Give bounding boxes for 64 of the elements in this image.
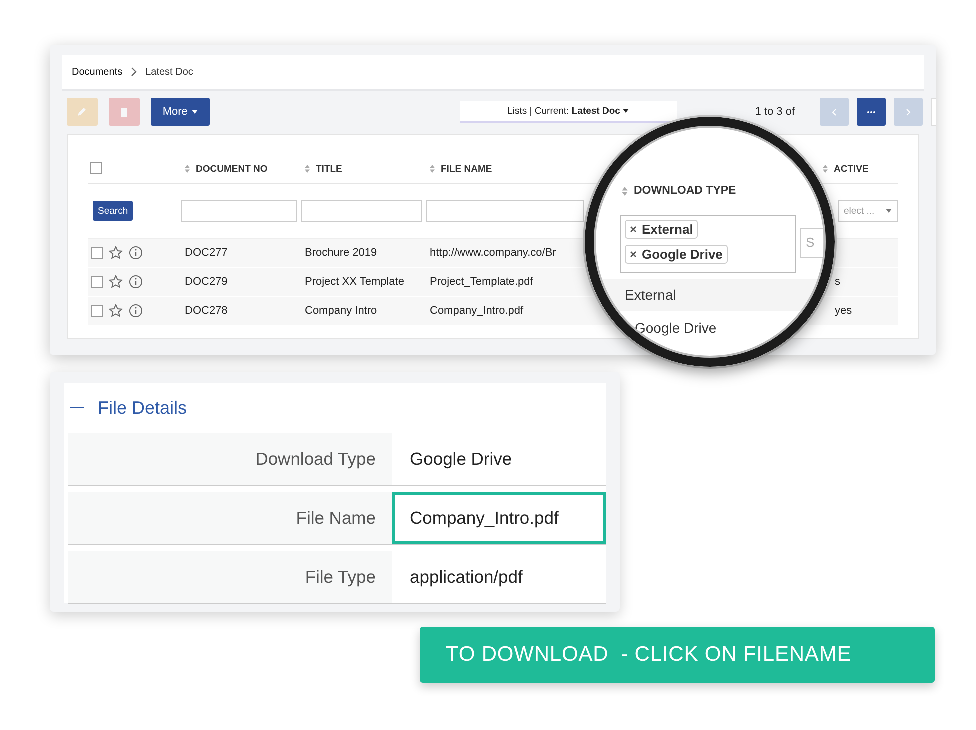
row-checkbox[interactable] — [91, 305, 103, 317]
sort-icon[interactable] — [185, 165, 190, 173]
table-cell: DOC279 — [185, 276, 228, 288]
search-button[interactable]: Search — [93, 201, 134, 222]
filter-field[interactable] — [301, 200, 422, 222]
caret-icon — [886, 209, 892, 213]
column-header[interactable]: ACTIVE — [834, 164, 869, 174]
column-header[interactable]: FILE NAME — [441, 164, 492, 174]
field-value: application/pdf — [409, 566, 524, 589]
table-cell: s — [835, 276, 840, 288]
pagination-range: 1 to 3 of — [755, 106, 796, 118]
field-value: Google Drive — [409, 448, 514, 471]
sort-icon[interactable] — [430, 165, 435, 173]
table-cell: DOC278 — [185, 305, 228, 317]
star-icon[interactable] — [109, 246, 123, 260]
chevron-left-icon — [832, 108, 838, 116]
callout-banner: TO DOWNLOAD - CLICK ON FILENAME — [420, 627, 935, 683]
row-checkbox[interactable] — [91, 276, 103, 288]
table-cell: yes — [835, 305, 852, 317]
caret-icon — [623, 109, 630, 113]
list-selector[interactable]: Lists | Current: Latest Doc — [460, 101, 678, 123]
section-title[interactable]: File Details — [98, 398, 188, 418]
table-cell: Company_Intro.pdf — [430, 305, 524, 317]
column-header[interactable]: DOCUMENT NO — [196, 164, 268, 174]
row-checkbox[interactable] — [91, 247, 103, 259]
table-cell: Google Drive — [635, 320, 717, 336]
table-cell: DOC277 — [185, 247, 228, 259]
remove-icon[interactable] — [630, 226, 637, 233]
chevron-right-icon — [906, 108, 911, 116]
remove-icon[interactable] — [630, 251, 637, 258]
caret-icon — [192, 110, 198, 114]
star-icon[interactable] — [109, 304, 123, 318]
sort-icon[interactable] — [305, 165, 310, 173]
breadcrumb-link[interactable]: Latest Doc — [146, 66, 194, 78]
star-icon[interactable] — [109, 275, 123, 289]
table-cell: http://www.company.co/Br — [430, 247, 556, 259]
filter-tag[interactable]: Google Drive — [625, 245, 728, 264]
highlighted-field-value[interactable]: Company_Intro.pdf — [392, 492, 606, 544]
more-pages-button[interactable] — [857, 98, 886, 126]
info-icon[interactable] — [129, 246, 143, 260]
tag-select-field[interactable]: External Google Drive — [620, 215, 796, 273]
table-cell: External — [625, 287, 676, 303]
more-button[interactable]: More — [150, 98, 210, 126]
info-icon[interactable] — [129, 304, 143, 318]
breadcrumb-link[interactable]: Documents — [72, 66, 123, 78]
select-all-checkbox[interactable] — [90, 162, 102, 174]
trash-icon — [120, 107, 128, 117]
field-label: Download Type — [68, 433, 392, 485]
filter-tag[interactable]: External — [625, 220, 698, 239]
dots-icon — [867, 110, 876, 114]
table-cell: Company Intro — [305, 305, 378, 317]
pencil-icon — [77, 107, 88, 117]
table-cell: Brochure 2019 — [305, 247, 378, 259]
column-header[interactable]: TITLE — [316, 164, 342, 174]
filter-field[interactable] — [181, 200, 297, 222]
info-icon[interactable] — [129, 275, 143, 289]
table-cell: Project XX Template — [305, 276, 404, 288]
sort-icon[interactable] — [823, 165, 828, 173]
sort-icon[interactable] — [622, 186, 628, 196]
chevron-icon — [130, 67, 138, 77]
field-label: File Name — [68, 492, 392, 544]
field-label: File Type — [68, 551, 392, 603]
filter-field[interactable] — [426, 200, 584, 222]
table-cell: Project_Template.pdf — [430, 276, 534, 288]
